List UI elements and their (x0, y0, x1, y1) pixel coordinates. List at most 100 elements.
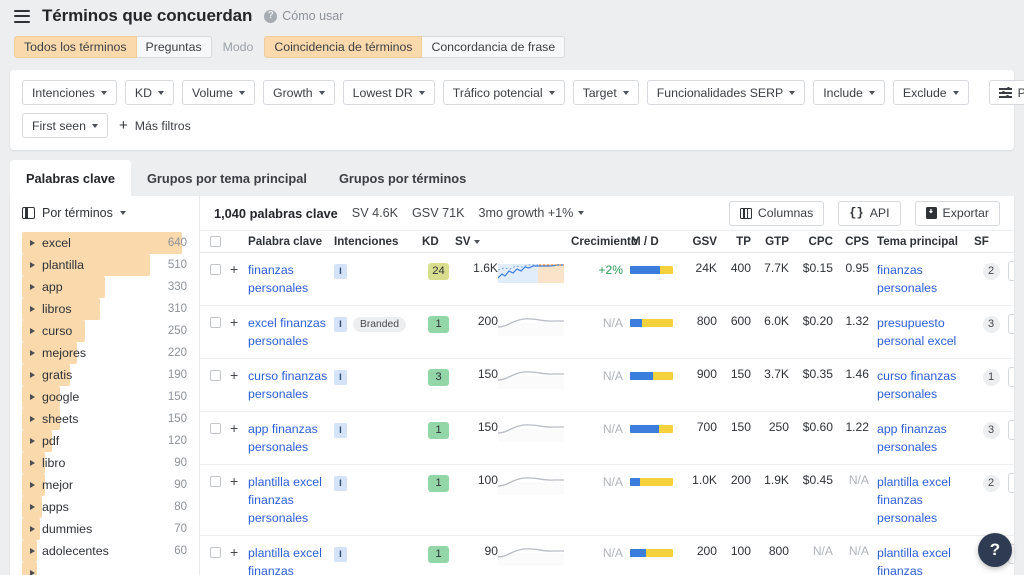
table-row[interactable]: +finanzas personalesI241.6K+2%24K4007.7K… (200, 253, 1014, 306)
intent-badge[interactable]: I (334, 317, 347, 332)
tab-palabras-clave[interactable]: Palabras clave (10, 160, 131, 196)
more-filters-button[interactable]: + Más filtros (116, 118, 191, 133)
row-trend-button[interactable] (1008, 314, 1014, 334)
sidebar-term-item[interactable]: apps80 (22, 496, 187, 518)
table-row[interactable]: +excel finanzas personalesIBranded1200N/… (200, 306, 1014, 359)
sidebar-term-item[interactable]: google150 (22, 386, 187, 408)
growth-summary-dropdown[interactable]: 3mo growth +1% (479, 206, 585, 220)
table-row[interactable]: +plantilla excel finanzas personalesI110… (200, 465, 1014, 536)
filter-intenciones[interactable]: Intenciones (22, 80, 117, 105)
scope-tab-questions[interactable]: Preguntas (137, 36, 212, 58)
header-md[interactable]: M / D (623, 235, 679, 248)
header-sv[interactable]: SV (455, 235, 498, 248)
keyword-link[interactable]: app finanzas personales (248, 422, 318, 454)
sidebar-term-item[interactable]: pdf120 (22, 430, 187, 452)
filter-target[interactable]: Target (573, 80, 639, 105)
row-checkbox[interactable] (210, 423, 221, 434)
row-checkbox[interactable] (210, 476, 221, 487)
header-intents[interactable]: Intenciones (334, 235, 422, 248)
sidebar-term-item[interactable]: sheets150 (22, 408, 187, 430)
sidebar-term-item[interactable]: gratis190 (22, 364, 187, 386)
row-trend-button[interactable] (1008, 473, 1014, 493)
columns-button[interactable]: Columnas (729, 201, 824, 226)
filter-kd[interactable]: KD (125, 80, 174, 105)
keyword-link[interactable]: finanzas personales (248, 263, 308, 295)
sidebar-term-item[interactable]: mejor90 (22, 474, 187, 496)
chevron-right-icon[interactable] (30, 416, 35, 422)
tab-grupos-por-terminos[interactable]: Grupos por términos (323, 160, 482, 196)
chevron-right-icon[interactable] (30, 306, 35, 312)
sidebar-term-item[interactable] (22, 562, 187, 575)
intent-badge[interactable]: I (334, 423, 347, 438)
filter-funcionalidades-serp[interactable]: Funcionalidades SERP (647, 80, 805, 105)
how-to-use-link[interactable]: ? Cómo usar (264, 9, 343, 23)
chevron-right-icon[interactable] (30, 570, 35, 575)
chevron-right-icon[interactable] (30, 328, 35, 334)
sidebar-term-item[interactable]: adolecentes60 (22, 540, 187, 562)
sidebar-term-item[interactable]: curso250 (22, 320, 187, 342)
scope-tab-all-terms[interactable]: Todos los términos (14, 36, 137, 58)
chevron-right-icon[interactable] (30, 526, 35, 532)
mode-tab-phrase-match[interactable]: Concordancia de frase (422, 36, 565, 58)
intent-badge[interactable]: I (334, 476, 347, 491)
header-tp[interactable]: TP (717, 235, 751, 248)
export-button[interactable]: Exportar (915, 201, 1000, 226)
sidebar-term-item[interactable]: app330 (22, 276, 187, 298)
row-checkbox[interactable] (210, 264, 221, 275)
help-fab-button[interactable]: ? (978, 533, 1012, 567)
row-trend-button[interactable] (1008, 367, 1014, 387)
sidebar-term-item[interactable]: mejores220 (22, 342, 187, 364)
add-to-list-icon[interactable]: + (230, 474, 238, 488)
chevron-right-icon[interactable] (30, 504, 35, 510)
chevron-right-icon[interactable] (30, 240, 35, 246)
header-gsv[interactable]: GSV (679, 235, 717, 248)
chevron-right-icon[interactable] (30, 438, 35, 444)
hamburger-icon[interactable] (14, 10, 30, 23)
row-trend-button[interactable] (1008, 420, 1014, 440)
api-button[interactable]: {} API (838, 201, 900, 226)
sidebar-term-item[interactable]: plantilla510 (22, 254, 187, 276)
chevron-right-icon[interactable] (30, 372, 35, 378)
chevron-right-icon[interactable] (30, 460, 35, 466)
chevron-right-icon[interactable] (30, 394, 35, 400)
parent-topic-link[interactable]: plantilla excel finanzas personales grat… (877, 546, 971, 575)
add-to-list-icon[interactable]: + (230, 368, 238, 382)
header-keyword[interactable]: Palabra clave (248, 235, 334, 248)
add-to-list-icon[interactable]: + (230, 545, 238, 559)
filter-volume[interactable]: Volume (182, 80, 255, 105)
intent-badge[interactable]: I (334, 264, 347, 279)
table-row[interactable]: +app finanzas personalesI1150N/A70015025… (200, 412, 1014, 465)
header-kd[interactable]: KD (422, 235, 455, 248)
header-gtp[interactable]: GTP (751, 235, 789, 248)
keyword-link[interactable]: excel finanzas personales (248, 316, 326, 348)
keyword-link[interactable]: plantilla excel finanzas personales (248, 546, 322, 575)
add-to-list-icon[interactable]: + (230, 262, 238, 276)
header-tema-principal[interactable]: Tema principal (869, 235, 974, 248)
chevron-right-icon[interactable] (30, 482, 35, 488)
parent-topic-link[interactable]: curso finanzas personales (877, 369, 956, 401)
parent-topic-link[interactable]: presupuesto personal excel (877, 316, 956, 348)
sidebar-term-item[interactable]: excel640 (22, 232, 187, 254)
select-all-checkbox[interactable] (210, 236, 221, 247)
intent-badge[interactable]: I (334, 370, 347, 385)
header-sf[interactable]: SF (974, 235, 1008, 248)
filter-first-seen[interactable]: First seen (22, 113, 108, 138)
filter-presets[interactable]: Preajustes (989, 80, 1024, 105)
chevron-right-icon[interactable] (30, 262, 35, 268)
row-trend-button[interactable] (1008, 261, 1014, 281)
parent-topic-link[interactable]: plantilla excel finanzas personales (877, 475, 951, 525)
keyword-link[interactable]: plantilla excel finanzas personales (248, 475, 322, 525)
row-checkbox[interactable] (210, 547, 221, 558)
keyword-link[interactable]: curso finanzas personales (248, 369, 327, 401)
add-to-list-icon[interactable]: + (230, 421, 238, 435)
chevron-right-icon[interactable] (30, 350, 35, 356)
intent-badge[interactable]: I (334, 547, 347, 562)
table-row[interactable]: +plantilla excel finanzas personalesI190… (200, 536, 1014, 575)
chevron-right-icon[interactable] (30, 284, 35, 290)
header-cpc[interactable]: CPC (789, 235, 833, 248)
filter-lowest-dr[interactable]: Lowest DR (343, 80, 435, 105)
mode-tab-terms-match[interactable]: Coincidencia de términos (264, 36, 422, 58)
sidebar-term-item[interactable]: libros310 (22, 298, 187, 320)
filter-trafico-potencial[interactable]: Tráfico potencial (443, 80, 565, 105)
row-checkbox[interactable] (210, 370, 221, 381)
